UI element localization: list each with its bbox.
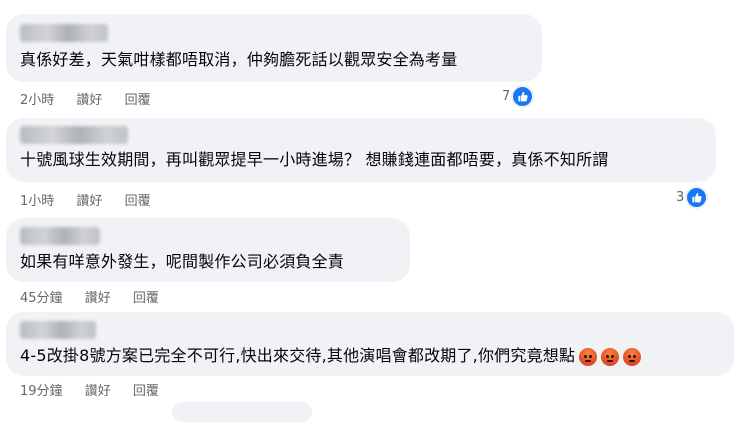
like-button[interactable]: 讚好 <box>76 194 102 209</box>
reaction-summary[interactable]: 3 <box>676 187 708 208</box>
comment-timestamp[interactable]: 45分鐘 <box>20 291 63 306</box>
angry-face-icon <box>579 347 598 366</box>
comment-text: 十號風球生效期間，再叫觀眾提早一小時進場？ 想賺錢連面都唔要，真係不知所謂 <box>20 150 609 169</box>
like-button[interactable]: 讚好 <box>85 291 111 306</box>
comment-text-content: 4-5改掛8號方案已完全不可行,快出來交待,其他演唱會都改期了,你們究竟想點 <box>20 346 576 365</box>
comment-3: 如果有咩意外發生，呢間製作公司必須負全責 <box>6 218 410 282</box>
comment-actions: 45分鐘 讚好 回覆 <box>20 287 177 306</box>
author-name-blurred[interactable] <box>20 227 100 245</box>
comment-text: 4-5改掛8號方案已完全不可行,快出來交待,其他演唱會都改期了,你們究竟想點 <box>20 346 642 366</box>
comment-timestamp[interactable]: 19分鐘 <box>20 384 63 399</box>
comment-text: 如果有咩意外發生，呢間製作公司必須負全責 <box>20 252 345 271</box>
thumbs-up-icon <box>512 86 534 107</box>
angry-face-icon <box>601 347 620 366</box>
author-name-blurred[interactable] <box>20 321 96 339</box>
comment-bubble: 真係好差，天氣咁樣都唔取消，仲夠膽死話以觀眾安全為考量 <box>6 14 542 82</box>
author-name-blurred[interactable] <box>20 24 108 42</box>
reaction-count: 7 <box>502 89 511 104</box>
comment-timestamp[interactable]: 1小時 <box>20 194 54 209</box>
comment-timestamp[interactable]: 2小時 <box>20 93 54 108</box>
thumbs-up-icon <box>686 187 708 208</box>
reaction-count: 3 <box>676 190 685 205</box>
comment-bubble: 十號風球生效期間，再叫觀眾提早一小時進場？ 想賺錢連面都唔要，真係不知所謂 <box>6 118 716 182</box>
reaction-summary[interactable]: 7 <box>502 86 534 107</box>
next-comment-bubble-partial <box>172 402 312 422</box>
like-button[interactable]: 讚好 <box>85 384 111 399</box>
like-button[interactable]: 讚好 <box>76 93 102 108</box>
comment-2: 十號風球生效期間，再叫觀眾提早一小時進場？ 想賺錢連面都唔要，真係不知所謂 <box>6 118 716 182</box>
comment-actions: 19分鐘 讚好 回覆 <box>20 380 177 399</box>
reply-button[interactable]: 回覆 <box>125 194 151 209</box>
angry-face-icon <box>623 347 642 366</box>
comment-bubble: 4-5改掛8號方案已完全不可行,快出來交待,其他演唱會都改期了,你們究竟想點 <box>6 312 734 376</box>
reply-button[interactable]: 回覆 <box>125 93 151 108</box>
comment-1: 真係好差，天氣咁樣都唔取消，仲夠膽死話以觀眾安全為考量 <box>6 14 542 82</box>
reply-button[interactable]: 回覆 <box>133 384 159 399</box>
comment-actions: 1小時 讚好 回覆 <box>20 190 169 209</box>
reply-button[interactable]: 回覆 <box>133 291 159 306</box>
comment-bubble: 如果有咩意外發生，呢間製作公司必須負全責 <box>6 218 410 282</box>
comment-actions: 2小時 讚好 回覆 <box>20 89 169 108</box>
comment-text: 真係好差，天氣咁樣都唔取消，仲夠膽死話以觀眾安全為考量 <box>20 50 458 69</box>
author-name-blurred[interactable] <box>20 126 128 144</box>
comment-4: 4-5改掛8號方案已完全不可行,快出來交待,其他演唱會都改期了,你們究竟想點 <box>6 312 734 376</box>
